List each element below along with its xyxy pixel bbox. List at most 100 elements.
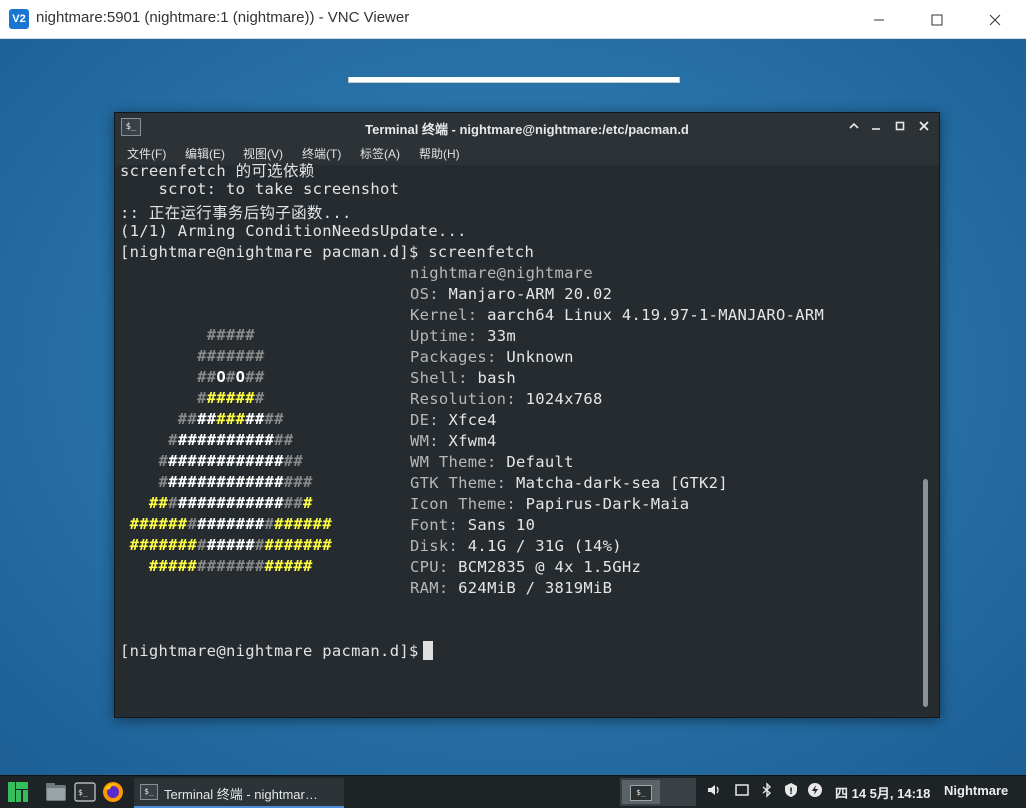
output-line: :: 正在运行事务后钩子函数... [120, 204, 352, 222]
power-icon[interactable] [805, 782, 825, 802]
info-key: CPU: [410, 558, 459, 576]
info-value: 33m [487, 327, 516, 345]
taskbar-terminal-task[interactable]: $_ Terminal 终端 - nightmar… [134, 778, 344, 808]
info-line: WM Theme: Default [410, 453, 574, 471]
workspace-switcher[interactable]: $_ [620, 778, 696, 806]
info-key: Kernel: [410, 306, 488, 324]
ascii-line-10: ##################### [129, 536, 332, 554]
info-key: OS: [410, 285, 449, 303]
info-line: Packages: Unknown [410, 348, 574, 366]
info-key: Disk: [410, 537, 468, 555]
terminal-icon: $_ [140, 784, 158, 800]
ascii-line-5: ############# [168, 431, 294, 449]
terminal-close-button[interactable] [915, 118, 933, 136]
info-header: nightmare@nightmare [410, 264, 594, 282]
info-value: Sans 10 [467, 516, 536, 534]
terminal-titlebar[interactable]: $_ Terminal 终端 - nightmare@nightmare:/et… [115, 113, 939, 141]
manjaro-logo-bar [16, 790, 21, 802]
info-value: 1024x768 [525, 390, 603, 408]
maximize-button[interactable] [908, 0, 966, 38]
info-value: BCM2835 @ 4x 1.5GHz [458, 558, 642, 576]
minimize-button[interactable] [850, 0, 908, 38]
menu-tabs[interactable]: 标签(A) [360, 145, 400, 162]
update-icon[interactable]: ! [781, 782, 801, 802]
info-line: Uptime: 33m [410, 327, 516, 345]
close-icon [989, 14, 1001, 25]
info-line: WM: Xfwm4 [410, 432, 497, 450]
terminal-window[interactable]: $_ Terminal 终端 - nightmare@nightmare:/et… [114, 112, 940, 718]
terminal-output[interactable]: screenfetch 的可选依赖 scrot: to take screens… [115, 162, 921, 715]
info-value: Papirus-Dark-Maia [525, 495, 690, 513]
desktop[interactable]: $_ Terminal 终端 - nightmare@nightmare:/et… [0, 39, 1026, 775]
terminal-minimize-button[interactable] [867, 118, 885, 136]
file-manager-icon[interactable] [44, 780, 68, 804]
info-value: aarch64 Linux 4.19.97-1-MANJARO-ARM [487, 306, 825, 324]
workspace-1[interactable]: $_ [622, 780, 660, 804]
info-line: Resolution: 1024x768 [410, 390, 603, 408]
window-title: nightmare:5901 (nightmare:1 (nightmare))… [36, 9, 410, 26]
info-key: Shell: [410, 369, 478, 387]
terminal-maximize-button[interactable] [891, 118, 909, 136]
user-name[interactable]: Nightmare [944, 783, 1008, 798]
ascii-line-2: ##O#O## [197, 368, 265, 386]
info-line: Disk: 4.1G / 31G (14%) [410, 537, 622, 555]
manjaro-logo-bar [23, 790, 28, 802]
info-line: Font: Sans 10 [410, 516, 535, 534]
menu-help[interactable]: 帮助(H) [419, 145, 460, 162]
manjaro-logo-bar [8, 782, 15, 802]
ascii-line-6: ############### [158, 452, 304, 470]
svg-text:$_: $_ [78, 788, 88, 797]
vnc-logo-icon: V2 [9, 9, 29, 29]
ascii-line-4: ########### [177, 410, 284, 428]
tux-ascii-art: ##### ####### ##O#O## ####### ##########… [120, 325, 332, 577]
ascii-line-11: ################# [148, 557, 313, 575]
info-key: WM: [410, 432, 449, 450]
output-line: screenfetch 的可选依赖 [120, 162, 315, 180]
info-key: Uptime: [410, 327, 488, 345]
prompt-line: [nightmare@nightmare pacman.d]$ [120, 641, 433, 660]
output-line: scrot: to take screenshot [120, 180, 400, 198]
clock[interactable]: 四 14 5月, 14:18 [835, 783, 930, 802]
terminal-icon[interactable]: $_ [73, 780, 97, 804]
window-icon[interactable] [732, 782, 752, 802]
minimize-icon [872, 128, 880, 130]
info-key: WM Theme: [410, 453, 507, 471]
info-value: Unknown [506, 348, 574, 366]
scrollbar[interactable] [923, 479, 928, 707]
minimize-icon [874, 19, 884, 20]
info-key: DE: [410, 411, 449, 429]
terminal-title: Terminal 终端 - nightmare@nightmare:/etc/p… [365, 122, 689, 137]
info-line: GTK Theme: Matcha-dark-sea [GTK2] [410, 474, 728, 492]
info-value: 4.1G / 31G (14%) [467, 537, 622, 555]
info-line: OS: Manjaro-ARM 20.02 [410, 285, 612, 303]
info-value: Xfwm4 [448, 432, 497, 450]
volume-icon[interactable] [704, 782, 724, 802]
info-value: Manjaro-ARM 20.02 [448, 285, 613, 303]
manjaro-menu-icon[interactable] [6, 780, 30, 804]
info-line: Kernel: aarch64 Linux 4.19.97-1-MANJARO-… [410, 306, 824, 324]
ascii-line-7: ################ [158, 473, 313, 491]
manjaro-logo-bar [16, 782, 28, 789]
svg-text:!: ! [789, 787, 793, 797]
info-value: bash [477, 369, 516, 387]
maximize-icon [895, 121, 905, 131]
info-line: Icon Theme: Papirus-Dark-Maia [410, 495, 689, 513]
info-key: RAM: [410, 579, 459, 597]
bluetooth-icon[interactable] [757, 782, 777, 802]
ascii-line-9: ##################### [129, 515, 332, 533]
info-value: 624MiB / 3819MiB [458, 579, 613, 597]
ascii-line-1: ####### [197, 347, 265, 365]
vnc-toolbar-handle[interactable] [348, 77, 680, 83]
info-value: Default [506, 453, 574, 471]
shade-button[interactable] [845, 118, 863, 136]
maximize-icon [931, 14, 943, 25]
close-button[interactable] [966, 0, 1024, 38]
info-line: CPU: BCM2835 @ 4x 1.5GHz [410, 558, 641, 576]
info-key: Font: [410, 516, 468, 534]
firefox-icon[interactable] [101, 780, 125, 804]
prompt-text: [nightmare@nightmare pacman.d]$ [120, 642, 419, 660]
ascii-line-3: ####### [197, 389, 265, 407]
terminal-icon: $_ [630, 785, 652, 801]
output-line: (1/1) Arming ConditionNeedsUpdate... [120, 222, 467, 240]
close-icon [919, 121, 929, 131]
